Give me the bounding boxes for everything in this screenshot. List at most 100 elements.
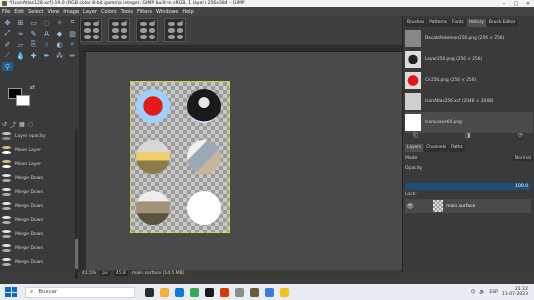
rect-select-icon[interactable]: ▭	[28, 18, 39, 27]
menu-tools[interactable]: Tools	[121, 9, 133, 15]
warp-icon[interactable]: ≈	[15, 29, 26, 38]
heal-icon[interactable]: ✚	[28, 51, 39, 60]
measure-icon[interactable]: ⟋	[2, 51, 13, 60]
volume-icon[interactable]: 🔈	[479, 289, 485, 295]
fuzzy-select-icon[interactable]: ✧	[54, 18, 65, 27]
paths-icon[interactable]: ✎	[28, 29, 39, 38]
history-item[interactable]: Merge Down	[2, 199, 74, 213]
maximize-button[interactable]: □	[510, 1, 522, 7]
minimize-button[interactable]: –	[498, 1, 510, 7]
menu-view[interactable]: View	[48, 9, 60, 15]
close-button[interactable]: ✕	[522, 1, 534, 7]
tab-layers[interactable]: Layers	[405, 144, 424, 152]
menu-select[interactable]: Select	[28, 9, 43, 15]
menu-layer[interactable]: Layer	[83, 9, 97, 15]
menu-windows[interactable]: Windows	[156, 9, 178, 15]
taskbar-search[interactable]: ⌕ Buscar	[25, 286, 135, 298]
tool-options-tab-icon[interactable]: ⤴	[10, 120, 16, 129]
swap-colors-icon[interactable]: ⇄	[30, 84, 35, 91]
device-status-tab-icon[interactable]: ◌	[28, 121, 33, 128]
history-item[interactable]: Layer opacity	[2, 129, 74, 143]
tab-history[interactable]: History	[466, 19, 486, 27]
unit-select[interactable]: px	[100, 271, 110, 276]
history-item[interactable]: Merge Down	[2, 213, 74, 227]
image-tab[interactable]: ✕	[136, 18, 158, 42]
history-scroll-thumb[interactable]	[75, 239, 78, 269]
undo-history-tab-icon[interactable]: ↺	[2, 121, 7, 128]
lasso-icon[interactable]: ◌	[41, 18, 52, 27]
history-item[interactable]: Merge Down	[2, 255, 74, 269]
gradient-icon[interactable]: ▥	[67, 29, 78, 38]
paintbrush-icon[interactable]: ✐	[2, 40, 13, 49]
text-tool-icon[interactable]: A	[41, 29, 52, 38]
settings-icon[interactable]	[235, 287, 244, 297]
menu-edit[interactable]: Edit	[14, 9, 24, 15]
visibility-eye-icon[interactable]: 👁	[405, 203, 415, 210]
close-tab-icon[interactable]: ✕	[181, 19, 184, 24]
history-item[interactable]: Merge Down	[2, 227, 74, 241]
tab-brush-editor[interactable]: Brush Editor	[486, 19, 518, 27]
layer-row[interactable]: 👁 main surface	[405, 199, 531, 213]
tab-paths[interactable]: Paths	[449, 144, 465, 152]
input-language[interactable]: ESP	[489, 290, 497, 295]
tab-channels[interactable]: Channels	[424, 144, 449, 152]
blur-icon[interactable]: 💧	[15, 51, 26, 60]
align-tool-icon[interactable]: ⊞	[15, 18, 26, 27]
tab-fonts[interactable]: Fonts	[450, 19, 466, 27]
menu-colors[interactable]: Colors	[101, 9, 117, 15]
gimp-taskbar-icon[interactable]	[250, 287, 259, 297]
document-item[interactable]: Cir256.png (256 × 256)	[405, 70, 533, 91]
tab-brushes[interactable]: Brushes	[405, 19, 427, 27]
history-item[interactable]: Move Layer	[2, 143, 74, 157]
clone-icon[interactable]: ⎘	[28, 40, 39, 49]
move-tool-icon[interactable]: ✥	[2, 18, 13, 27]
smudge-icon[interactable]: ☝	[41, 40, 52, 49]
background-color-swatch[interactable]	[16, 95, 30, 106]
ink-icon[interactable]: ✒	[41, 51, 52, 60]
crop-icon[interactable]: ⌗	[67, 18, 78, 27]
history-scrollbar[interactable]	[75, 129, 78, 279]
image-tab[interactable]: ✕	[164, 18, 186, 42]
image-tab[interactable]: ✕	[80, 18, 102, 42]
menu-image[interactable]: Image	[63, 9, 79, 15]
tab-patterns[interactable]: Patterns	[427, 19, 449, 27]
images-tab-icon[interactable]: ▦	[19, 121, 25, 128]
raise-image-icon[interactable]: ◨	[465, 132, 471, 140]
open-image-icon[interactable]: ⎗	[413, 132, 418, 140]
transform-icon[interactable]: ⤢	[2, 29, 13, 38]
pencil-icon[interactable]: ✏	[67, 51, 78, 60]
document-item[interactable]: IconLeave64.png	[405, 112, 533, 133]
history-item[interactable]: Merge Down	[2, 171, 74, 185]
network-icon[interactable]: ⌬	[471, 289, 475, 295]
clear-history-icon[interactable]: ⟳	[518, 132, 523, 140]
document-item[interactable]: DecalsPokemon256.png (256 × 256)	[405, 28, 533, 49]
store-icon[interactable]	[205, 287, 214, 297]
airbrush-icon[interactable]: ⁂	[54, 51, 65, 60]
close-tab-icon[interactable]: ✕	[97, 19, 100, 24]
opacity-slider[interactable]: 100.0	[405, 183, 530, 190]
zoom-tool-icon[interactable]: ⚲	[2, 62, 13, 71]
edge-icon[interactable]	[175, 287, 184, 297]
history-item[interactable]: Move Layer	[2, 157, 74, 171]
chrome-icon[interactable]	[190, 287, 199, 297]
menu-filters[interactable]: Filters	[137, 9, 152, 15]
bucket-fill-icon[interactable]: ◆	[54, 29, 65, 38]
document-item[interactable]: IconAtlas256.xcf (2048 × 2048)	[405, 91, 533, 112]
close-tab-icon[interactable]: ✕	[153, 19, 156, 24]
menu-help[interactable]: Help	[182, 9, 193, 15]
app-icon[interactable]	[265, 287, 274, 297]
history-item[interactable]: Merge Down	[2, 241, 74, 255]
task-view-icon[interactable]	[145, 287, 154, 297]
start-button[interactable]	[5, 287, 17, 297]
app-icon[interactable]	[280, 287, 289, 297]
close-tab-icon[interactable]: ✕	[125, 19, 128, 24]
document-item[interactable]: Layer256.png (256 × 256)	[405, 49, 533, 70]
menu-file[interactable]: File	[2, 9, 10, 15]
dodge-icon[interactable]: ◐	[54, 40, 65, 49]
eraser-icon[interactable]: ▱	[15, 40, 26, 49]
zoom-select[interactable]: 45.8	[113, 271, 128, 276]
file-explorer-icon[interactable]	[160, 287, 169, 297]
layer-mode-select[interactable]: Normal	[512, 156, 533, 161]
office-icon[interactable]	[220, 287, 229, 297]
clock[interactable]: 21:22 11-07-2023	[502, 287, 528, 297]
